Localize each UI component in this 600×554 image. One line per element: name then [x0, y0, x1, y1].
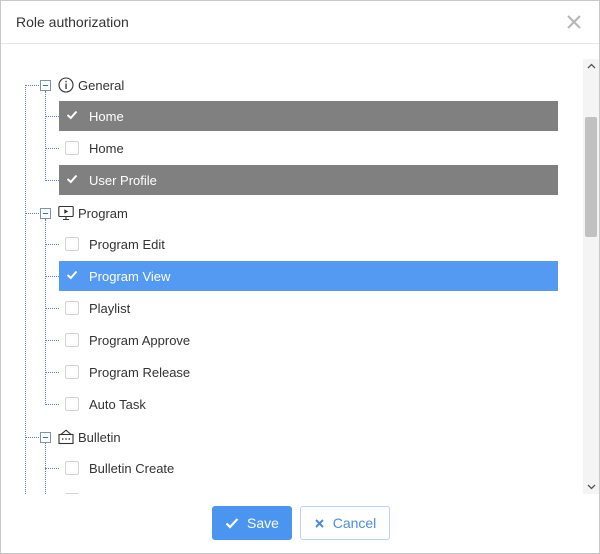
tree-guide-line: [45, 244, 59, 245]
scrollbar-thumb[interactable]: [585, 117, 597, 237]
item-label: Program View: [89, 268, 171, 284]
checkbox-unchecked[interactable]: [65, 141, 79, 155]
item-label: Program Approve: [89, 332, 191, 348]
tree-item-program-edit[interactable]: Program Edit: [59, 229, 558, 259]
item-label: Program Edit: [89, 236, 165, 252]
permission-tree: General Home Home User Profile Program P…: [1, 45, 599, 494]
cancel-button[interactable]: Cancel: [300, 506, 390, 540]
scroll-down-icon[interactable]: [583, 480, 599, 494]
tree-guide-line: [25, 437, 39, 438]
tree-guide-line: [25, 213, 39, 214]
collapse-toggle[interactable]: [40, 431, 51, 443]
tree-guide-line: [45, 340, 59, 341]
tree-group-general[interactable]: General: [40, 75, 124, 95]
tree-guide-line: [45, 276, 59, 277]
item-label: Program Release: [89, 364, 191, 380]
checkbox-unchecked[interactable]: [65, 365, 79, 379]
dialog-footer: Save Cancel: [1, 495, 599, 553]
tree-item-program-approve[interactable]: Program Approve: [59, 325, 558, 355]
tree-guide-line: [45, 308, 59, 309]
tree-item-home[interactable]: Home: [59, 101, 558, 131]
item-label: Home: [89, 140, 124, 156]
tree-guide-line: [45, 91, 46, 181]
checkbox-unchecked[interactable]: [65, 461, 79, 475]
tree-guide-line: [25, 85, 39, 86]
save-button[interactable]: Save: [212, 506, 292, 540]
tree-item-user-profile[interactable]: User Profile: [59, 165, 558, 195]
tree-guide-line: [45, 372, 59, 373]
tree-guide-line: [45, 116, 59, 117]
tree-item-program-release[interactable]: Program Release: [59, 357, 558, 387]
close-icon[interactable]: [565, 13, 583, 31]
check-icon: [225, 518, 239, 529]
role-authorization-dialog: Role authorization General Home Home Use…: [0, 0, 600, 554]
info-circle-icon: [58, 77, 74, 93]
checkbox-checked[interactable]: [65, 109, 79, 123]
tree-guide-line: [25, 85, 26, 494]
save-label: Save: [247, 515, 279, 531]
tree-group-program[interactable]: Program: [40, 203, 128, 223]
tree-guide-line: [45, 404, 59, 405]
collapse-toggle[interactable]: [40, 207, 51, 219]
item-label: Playlist: [89, 300, 131, 316]
bulletin-board-icon: [58, 429, 74, 445]
tree-item-playlist[interactable]: Playlist: [59, 293, 558, 323]
tree-guide-line: [45, 219, 46, 405]
checkbox-checked[interactable]: [65, 269, 79, 283]
checkbox-unchecked[interactable]: [65, 237, 79, 251]
group-label: Program: [78, 205, 128, 221]
item-label: Home: [89, 108, 124, 124]
scroll-up-icon[interactable]: [583, 59, 599, 73]
tree-guide-line: [45, 468, 59, 469]
item-label: User Profile: [89, 172, 157, 188]
checkbox-checked[interactable]: [65, 173, 79, 187]
item-label: Auto Task: [89, 396, 146, 412]
checkbox-unchecked[interactable]: [65, 493, 79, 494]
checkbox-unchecked[interactable]: [65, 301, 79, 315]
tree-item-home[interactable]: Home: [59, 133, 558, 163]
group-label: Bulletin: [78, 429, 121, 445]
dialog-header: Role authorization: [1, 1, 599, 44]
group-label: General: [78, 77, 125, 93]
checkbox-unchecked[interactable]: [65, 397, 79, 411]
vertical-scrollbar[interactable]: [583, 59, 599, 494]
dialog-title: Role authorization: [16, 14, 129, 30]
checkbox-unchecked[interactable]: [65, 333, 79, 347]
item-label: Bulletin Create: [89, 460, 175, 476]
x-icon: [314, 518, 324, 528]
tree-guide-line: [45, 180, 59, 181]
collapse-toggle[interactable]: [40, 79, 51, 91]
tree-item-bulletin-create[interactable]: Bulletin Create: [59, 453, 558, 483]
tree-guide-line: [45, 148, 59, 149]
tree-group-bulletin[interactable]: Bulletin: [40, 427, 121, 447]
tree-item-auto-task[interactable]: Auto Task: [59, 389, 558, 419]
monitor-play-icon: [58, 205, 74, 221]
cancel-label: Cancel: [332, 515, 377, 531]
tree-item-program-view[interactable]: Program View: [59, 261, 558, 291]
tree-item-partial[interactable]: [59, 485, 558, 494]
